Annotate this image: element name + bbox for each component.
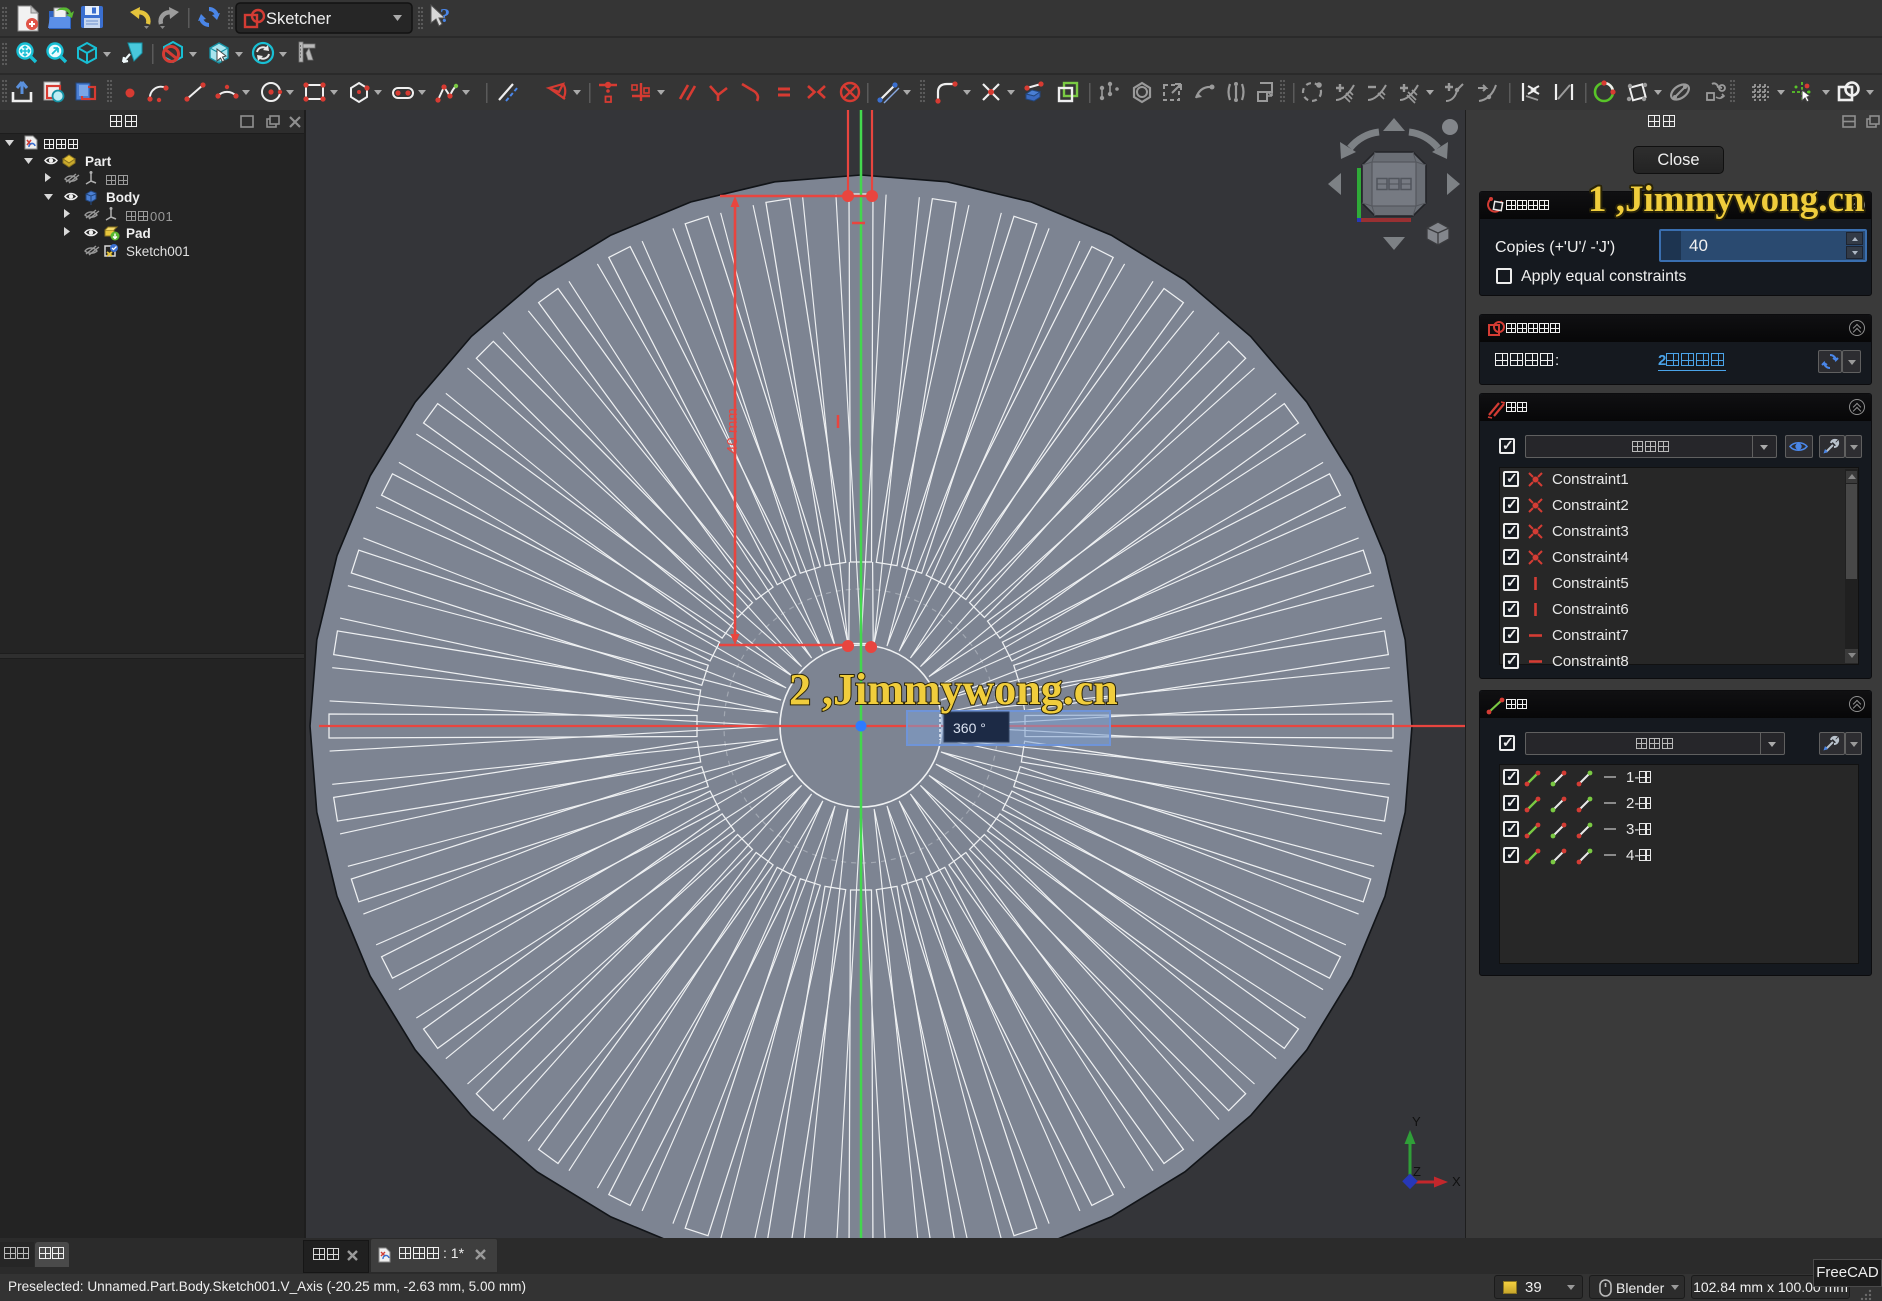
svg-text:Z: Z: [1413, 1164, 1421, 1179]
svg-text:2 ,Jimmywong.cn: 2 ,Jimmywong.cn: [789, 665, 1118, 714]
svg-text:?: ?: [440, 5, 450, 27]
svg-text:X: X: [1452, 1174, 1461, 1189]
svg-text:Y: Y: [1412, 1114, 1421, 1129]
svg-text:360 °: 360 °: [953, 720, 986, 736]
svg-text:Sketcher: Sketcher: [266, 10, 332, 28]
svg-text:40 mm: 40 mm: [724, 408, 741, 454]
